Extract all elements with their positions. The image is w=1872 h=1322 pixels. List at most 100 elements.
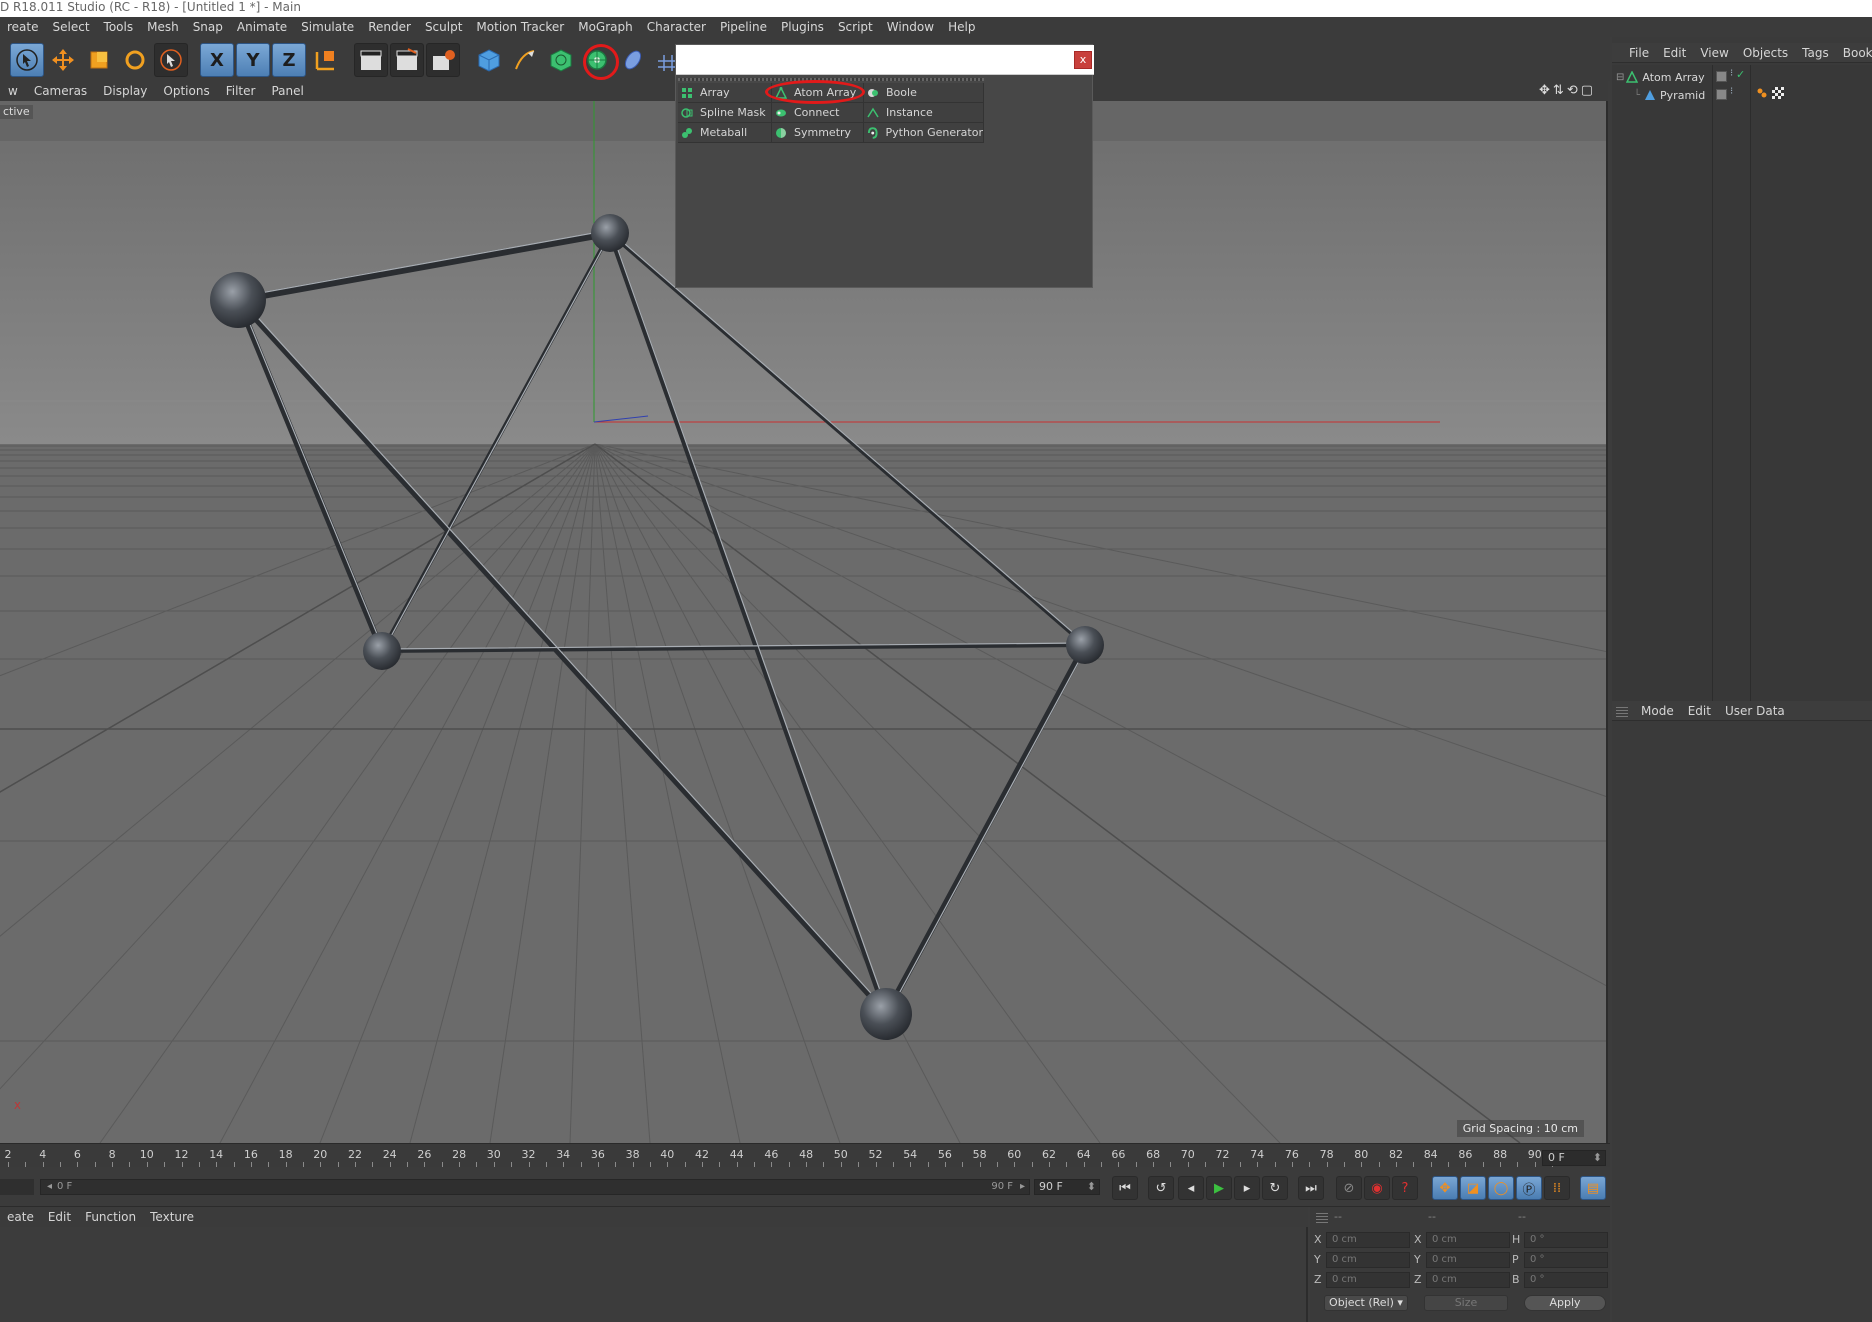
material-menu-function[interactable]: Function: [78, 1210, 143, 1224]
material-menu-texture[interactable]: Texture: [143, 1210, 201, 1224]
objects-menu-bookmarks[interactable]: Bookma: [1836, 46, 1872, 60]
keyframe-selection-button[interactable]: ?: [1392, 1176, 1418, 1200]
attributes-menu-user-data[interactable]: User Data: [1718, 704, 1792, 718]
go-to-next-key-button[interactable]: ↻: [1262, 1176, 1288, 1200]
menu-animate[interactable]: Animate: [230, 17, 294, 37]
coordinate-system-button[interactable]: [308, 43, 342, 77]
layer-dots-icon[interactable]: ⁝: [1730, 86, 1733, 97]
popup-item-array[interactable]: Array: [678, 83, 772, 103]
size-z-field[interactable]: 0 cm: [1426, 1272, 1510, 1288]
popup-close-button[interactable]: x: [1074, 51, 1092, 69]
recent-tools-button[interactable]: [154, 43, 188, 77]
rotation-h-field[interactable]: 0 °: [1524, 1232, 1608, 1248]
enabled-check-icon[interactable]: ✓: [1736, 68, 1745, 81]
frame-range-slider[interactable]: ◂ 0 F 90 F ▸: [40, 1179, 1030, 1195]
material-menu-edit[interactable]: Edit: [41, 1210, 78, 1224]
play-forward-button[interactable]: ▶: [1206, 1176, 1232, 1200]
attribute-manager[interactable]: [1612, 722, 1872, 1322]
objects-menu-objects[interactable]: Objects: [1736, 46, 1795, 60]
render-settings-button[interactable]: [426, 43, 460, 77]
rotation-b-field[interactable]: 0 °: [1524, 1272, 1608, 1288]
popup-title-bar[interactable]: x: [676, 45, 1094, 75]
viewport-menu-cameras[interactable]: Cameras: [26, 84, 95, 98]
scale-key-toggle[interactable]: ◪: [1460, 1176, 1486, 1200]
y-axis-lock-button[interactable]: Y: [236, 43, 270, 77]
size-x-field[interactable]: 0 cm: [1426, 1232, 1510, 1248]
menu-tools[interactable]: Tools: [97, 17, 141, 37]
coordinate-mode-select[interactable]: Object (Rel) ▾: [1324, 1295, 1408, 1311]
popup-item-instance[interactable]: Instance: [864, 103, 984, 123]
menu-select[interactable]: Select: [46, 17, 97, 37]
object-row-atom-array[interactable]: ⊟ Atom Array: [1616, 68, 1705, 86]
layer-dots-icon[interactable]: ⁝: [1730, 68, 1733, 79]
object-manager[interactable]: ⊟ Atom Array ⁝ ✓ └ Pyramid ⁝: [1612, 65, 1872, 701]
menu-help[interactable]: Help: [941, 17, 982, 37]
phong-tag-icon[interactable]: [1756, 87, 1768, 99]
material-tag-icon[interactable]: [1772, 87, 1784, 99]
objects-menu-view[interactable]: View: [1693, 46, 1735, 60]
current-frame-field[interactable]: 0 F ⬍: [1542, 1150, 1606, 1166]
timeline-scheme-button[interactable]: ▤: [1580, 1176, 1606, 1200]
x-axis-lock-button[interactable]: X: [200, 43, 234, 77]
objects-menu-tags[interactable]: Tags: [1795, 46, 1836, 60]
visibility-toggle-icon[interactable]: [1716, 71, 1727, 82]
add-deformer-button[interactable]: [616, 43, 650, 77]
viewport-menu-panel[interactable]: Panel: [263, 84, 311, 98]
move-tool-button[interactable]: [46, 43, 80, 77]
live-selection-tool-button[interactable]: [10, 43, 44, 77]
attributes-menu-mode[interactable]: Mode: [1634, 704, 1681, 718]
menu-script[interactable]: Script: [831, 17, 880, 37]
start-frame-field[interactable]: [0, 1179, 34, 1195]
material-menu-create[interactable]: eate: [0, 1210, 41, 1224]
scale-tool-button[interactable]: [82, 43, 116, 77]
viewport-menu-options[interactable]: Options: [155, 84, 217, 98]
rotation-key-toggle[interactable]: ◯: [1488, 1176, 1514, 1200]
collapse-icon[interactable]: ⊟: [1616, 72, 1624, 83]
visibility-toggle-icon[interactable]: [1716, 89, 1727, 100]
render-view-button[interactable]: [354, 43, 388, 77]
go-to-start-button[interactable]: ⏮: [1112, 1176, 1138, 1200]
menu-motion-tracker[interactable]: Motion Tracker: [469, 17, 571, 37]
rotate-tool-button[interactable]: [118, 43, 152, 77]
menu-snap[interactable]: Snap: [186, 17, 230, 37]
apply-button[interactable]: Apply: [1524, 1295, 1606, 1311]
menu-sculpt[interactable]: Sculpt: [418, 17, 469, 37]
panel-grip-icon[interactable]: [1316, 1211, 1328, 1223]
position-z-field[interactable]: 0 cm: [1326, 1272, 1410, 1288]
popup-item-symmetry[interactable]: Symmetry: [772, 123, 864, 143]
popup-item-metaball[interactable]: Metaball: [678, 123, 772, 143]
menu-render[interactable]: Render: [361, 17, 418, 37]
viewport-menu-filter[interactable]: Filter: [218, 84, 264, 98]
timeline-ruler[interactable]: 2 4 6 8 10 12 14 16 18 20 22 24 26 28 30 32 34 36 38 40 42 44…: [0, 1143, 1610, 1168]
add-nurbs-button[interactable]: [544, 43, 578, 77]
object-row-pyramid[interactable]: └ Pyramid: [1634, 86, 1705, 104]
popup-item-boole[interactable]: Boole: [864, 83, 984, 103]
position-x-field[interactable]: 0 cm: [1326, 1232, 1410, 1248]
go-to-end-button[interactable]: ⏭: [1298, 1176, 1324, 1200]
add-spline-button[interactable]: [508, 43, 542, 77]
z-axis-lock-button[interactable]: Z: [272, 43, 306, 77]
position-y-field[interactable]: 0 cm: [1326, 1252, 1410, 1268]
objects-menu-edit[interactable]: Edit: [1656, 46, 1693, 60]
menu-pipeline[interactable]: Pipeline: [713, 17, 774, 37]
menu-mograph[interactable]: MoGraph: [571, 17, 640, 37]
viewport-navigation-icons[interactable]: ✥⇅⟲▢: [1531, 83, 1604, 98]
menu-create[interactable]: reate: [0, 17, 46, 37]
menu-plugins[interactable]: Plugins: [774, 17, 831, 37]
size-y-field[interactable]: 0 cm: [1426, 1252, 1510, 1268]
menu-character[interactable]: Character: [640, 17, 713, 37]
viewport-menu-view[interactable]: w: [0, 84, 26, 98]
popup-item-spline-mask[interactable]: Spline Mask: [678, 103, 772, 123]
point-level-key-toggle[interactable]: ⁞⁞: [1544, 1176, 1570, 1200]
menu-simulate[interactable]: Simulate: [294, 17, 361, 37]
panel-grip-icon[interactable]: [1616, 704, 1628, 717]
rotation-p-field[interactable]: 0 °: [1524, 1252, 1608, 1268]
render-to-picture-viewer-button[interactable]: [390, 43, 424, 77]
size-mode-select[interactable]: Size: [1424, 1295, 1508, 1311]
go-to-previous-key-button[interactable]: ↺: [1148, 1176, 1174, 1200]
autokeying-button[interactable]: ◉: [1364, 1176, 1390, 1200]
menu-mesh[interactable]: Mesh: [140, 17, 186, 37]
popup-item-python-generator[interactable]: Python Generator: [864, 123, 984, 143]
menu-window[interactable]: Window: [880, 17, 941, 37]
viewport-menu-display[interactable]: Display: [95, 84, 155, 98]
